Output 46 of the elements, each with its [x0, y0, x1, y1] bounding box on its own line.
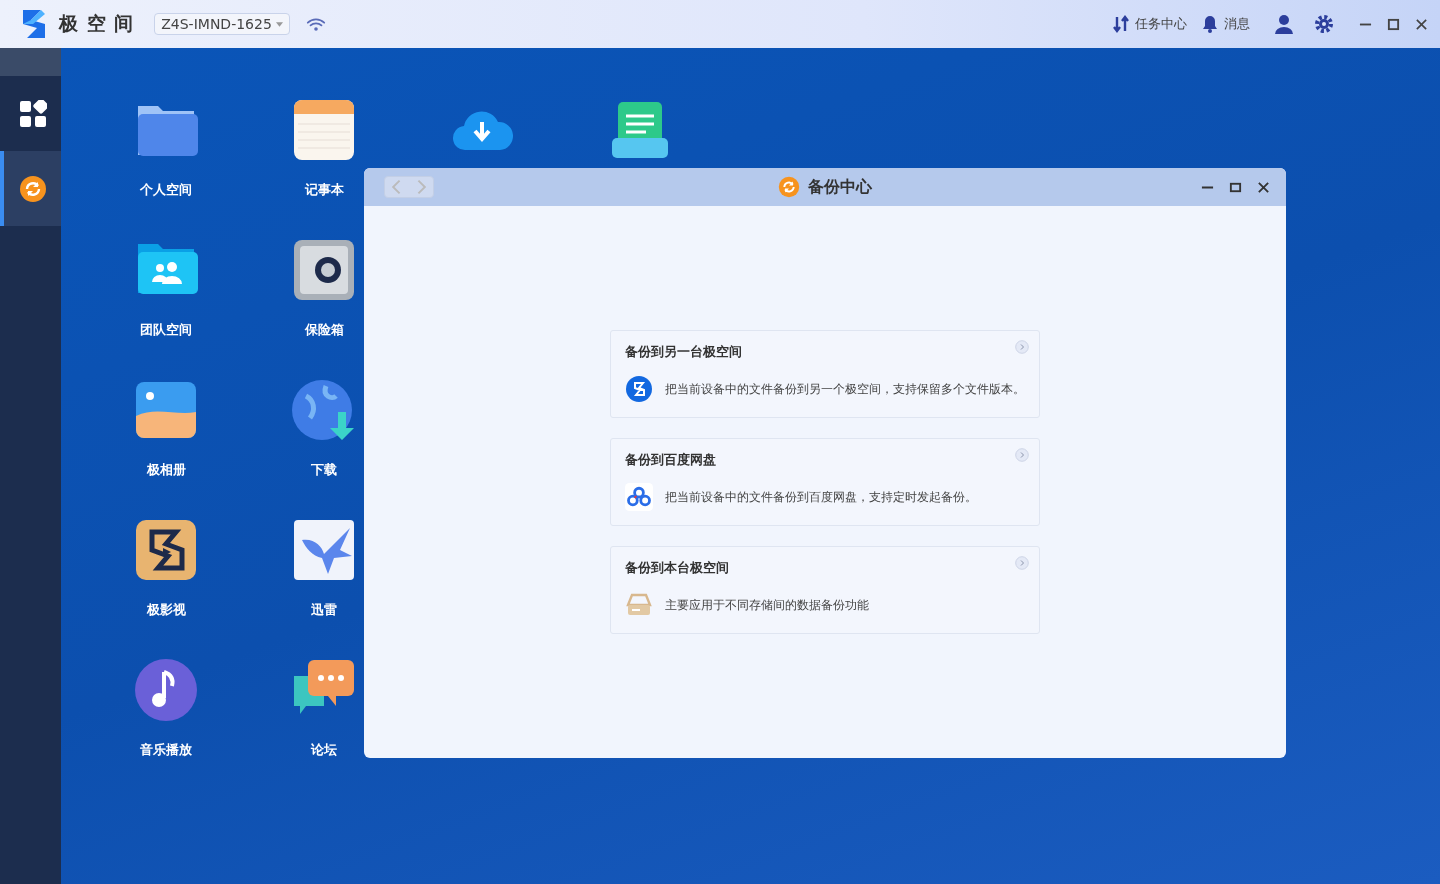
app-label: 团队空间 [140, 321, 192, 339]
close-icon[interactable] [1257, 180, 1270, 194]
caret-icon [275, 21, 283, 27]
app-label: 音乐播放 [140, 741, 192, 759]
transfer-icon [1112, 15, 1130, 33]
user-icon[interactable] [1274, 14, 1294, 34]
option-title: 备份到百度网盘 [625, 451, 716, 469]
option-description: 主要应用于不同存储间的数据备份功能 [665, 597, 869, 613]
task-center-button[interactable]: 任务中心 [1112, 15, 1187, 33]
close-icon[interactable] [1415, 17, 1428, 31]
sync-icon [778, 176, 800, 198]
device-selector[interactable]: Z4S-IMND-1625 [154, 13, 290, 35]
backup-option-card[interactable]: 备份到另一台极空间 把当前设备中的文件备份到另一个极空间，支持保留多个文件版本。 [610, 330, 1040, 418]
sync-icon [18, 174, 47, 203]
app-label: 保险箱 [304, 321, 344, 339]
messages-button[interactable]: 消息 [1201, 15, 1250, 33]
app-label: 极影视 [146, 601, 186, 619]
wifi-icon [305, 16, 326, 32]
backup-option-card[interactable]: 备份到本台极空间 主要应用于不同存储间的数据备份功能 [610, 546, 1040, 634]
option-title: 备份到本台极空间 [625, 559, 729, 577]
brand-name: 极 空 间 [59, 11, 135, 36]
bird-icon[interactable] [292, 518, 356, 582]
safe-icon[interactable] [292, 238, 356, 302]
app-label: 记事本 [304, 181, 344, 199]
settings-icon[interactable] [1314, 14, 1334, 34]
backup-option-card[interactable]: 备份到百度网盘 把当前设备中的文件备份到百度网盘，支持定时发起备份。 [610, 438, 1040, 526]
logo-icon [625, 375, 653, 403]
option-description: 把当前设备中的文件备份到百度网盘，支持定时发起备份。 [665, 489, 977, 505]
maximize-icon[interactable] [1387, 17, 1400, 31]
sidebar-header [0, 48, 61, 76]
sidebar-item[interactable] [0, 151, 61, 226]
apps-grid-icon [18, 99, 47, 128]
app-label: 迅雷 [311, 601, 337, 619]
maximize-icon[interactable] [1229, 180, 1242, 194]
cloud-logo-icon [625, 483, 653, 511]
bell-icon [1201, 15, 1219, 33]
app-label: 下载 [311, 461, 337, 479]
music-note-icon[interactable] [134, 658, 198, 722]
option-description: 把当前设备中的文件备份到另一个极空间，支持保留多个文件版本。 [665, 381, 1025, 397]
option-title: 备份到另一台极空间 [625, 343, 742, 361]
app-label: 个人空间 [140, 181, 192, 199]
globe-download-icon[interactable] [292, 378, 356, 442]
notepad-icon[interactable] [292, 98, 356, 162]
app-label: 极相册 [146, 461, 186, 479]
window-title: 备份中心 [808, 176, 872, 198]
app-label: 论坛 [311, 741, 337, 759]
